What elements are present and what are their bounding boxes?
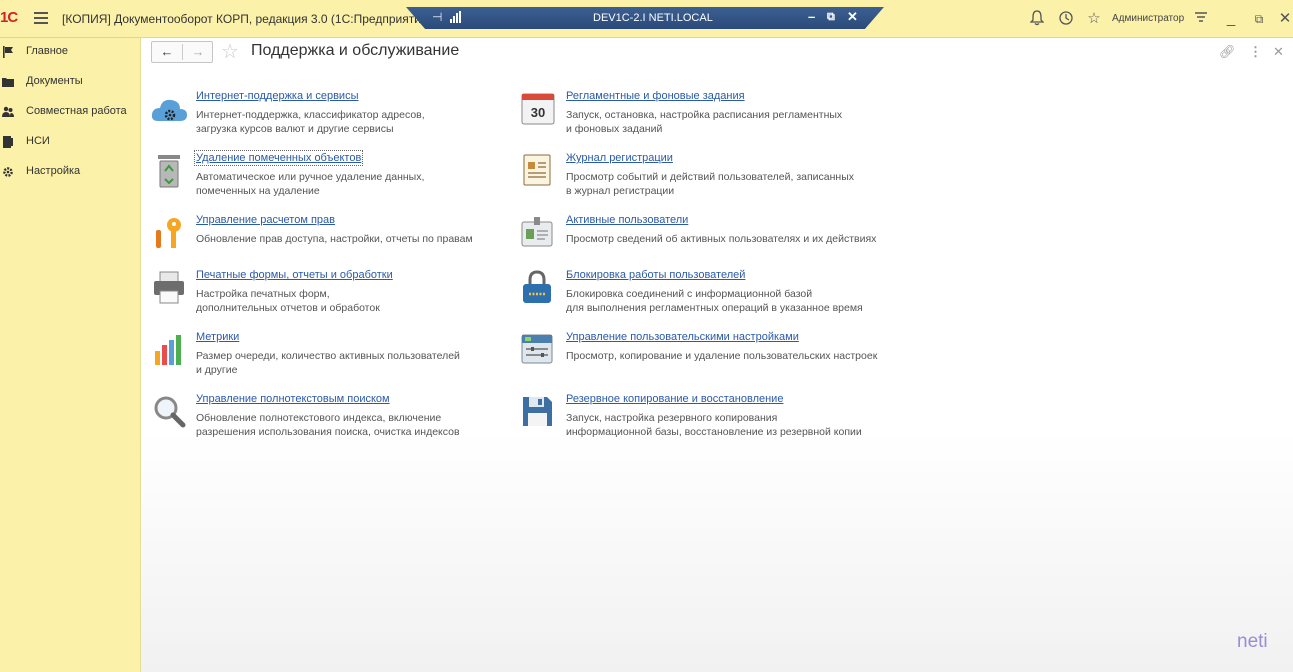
journal-icon [520,152,558,190]
app-logo: 1С [0,9,18,26]
sidebar: Главное Документы Совместная работа НСИ … [0,38,141,672]
scheduled-jobs-link[interactable]: Регламентные и фоновые задания [566,90,745,102]
item-description: Автоматическое или ручное удаление данны… [196,171,425,197]
app-title: [КОПИЯ] Документооборот КОРП, редакция 3… [62,12,432,26]
sidebar-item-label: НСИ [26,135,50,147]
pin-icon[interactable]: ⊣ [432,10,442,24]
minimize-icon[interactable]: _ [1222,10,1240,28]
sidebar-item-label: Настройка [26,165,81,177]
block-users-link[interactable]: Блокировка работы пользователей [566,269,745,281]
item-description: Запуск, настройка резервного копирования… [566,412,862,438]
settings-panel-icon [520,331,558,369]
item-description: Просмотр сведений об активных пользовате… [566,233,877,245]
main-content: ← → ☆ Поддержка и обслуживание 🔗︎ ⋮ ✕ Ин… [141,38,1293,672]
backup-restore-link[interactable]: Резервное копирование и восстановление [566,393,783,405]
folder-icon [2,75,14,87]
users-icon [2,105,14,117]
user-settings-management-link[interactable]: Управление пользовательскими настройками [566,331,799,343]
title-bar: 1С [КОПИЯ] Документооборот КОРП, редакци… [0,0,1293,38]
sidebar-item-label: Главное [26,45,69,57]
history-navigation: ← → [151,41,213,63]
id-badge-icon [520,214,558,252]
calendar-icon: 30 [520,90,558,128]
gear-icon [2,165,14,177]
more-actions-icon[interactable]: ⋮ [1249,44,1262,60]
remote-host-name: DEV1C-2.I NETI.LOCAL [593,12,713,24]
svg-text:30: 30 [531,105,545,120]
sidebar-item-label: Документы [26,75,83,87]
link-icon[interactable]: 🔗︎ [1219,44,1236,60]
fulltext-search-link[interactable]: Управление полнотекстовым поиском [196,393,390,405]
recycle-bin-icon [150,152,188,190]
remote-restore-icon[interactable]: ⧉ [827,11,835,24]
active-users-link[interactable]: Активные пользователи [566,214,688,226]
sidebar-item-label: Совместная работа [26,105,127,117]
current-user-name[interactable]: Администратор [1112,13,1184,24]
bell-icon[interactable] [1028,10,1046,28]
sidebar-item-documents[interactable]: Документы [0,70,141,94]
access-rights-calculation-link[interactable]: Управление расчетом прав [196,214,335,226]
history-clock-icon[interactable] [1057,10,1075,28]
padlock-icon [520,269,558,307]
signal-strength-icon [450,11,462,23]
remote-minimize-icon[interactable]: – [808,9,815,24]
item-description: Интернет-поддержка, классификатор адресо… [196,109,425,135]
restore-icon[interactable]: ⧉ [1250,10,1268,28]
metrics-link[interactable]: Метрики [196,331,239,343]
close-form-icon[interactable]: ✕ [1273,44,1284,60]
favorites-star-icon[interactable]: ☆ [1085,10,1103,28]
event-log-link[interactable]: Журнал регистрации [566,152,673,164]
settings-menu-icon[interactable] [1192,10,1210,28]
item-description: Обновление полнотекстового индекса, вклю… [196,412,460,438]
item-description: Просмотр, копирование и удаление пользов… [566,350,878,362]
sidebar-item-main[interactable]: Главное [0,40,141,64]
add-to-favorites-star-icon[interactable]: ☆ [221,39,239,64]
back-arrow-icon[interactable]: ← [152,42,182,62]
delete-marked-objects-link[interactable]: Удаление помеченных объектов [193,150,364,166]
internet-support-link[interactable]: Интернет-поддержка и сервисы [196,90,358,102]
item-description: Блокировка соединений с информационной б… [566,288,863,314]
hamburger-menu-icon[interactable] [34,12,48,24]
item-description: Размер очереди, количество активных поль… [196,350,460,376]
remote-close-icon[interactable]: ✕ [847,9,858,25]
magnifier-icon [150,393,188,431]
floppy-disk-icon [520,393,558,431]
flag-icon [2,45,14,58]
item-description: Настройка печатных форм, дополнительных о… [196,288,380,314]
sidebar-item-nsi[interactable]: НСИ [0,130,141,154]
item-description: Просмотр событий и действий пользователе… [566,171,855,197]
sidebar-item-settings[interactable]: Настройка [0,160,141,184]
item-description: Запуск, остановка, настройка расписания … [566,109,843,135]
printer-icon [150,269,188,307]
page-title: Поддержка и обслуживание [251,42,460,59]
keys-icon [150,214,188,252]
sidebar-item-collaboration[interactable]: Совместная работа [0,100,141,124]
item-description: Обновление прав доступа, настройки, отче… [196,233,473,245]
book-icon [2,135,14,148]
remote-connection-bar: ⊣ DEV1C-2.I NETI.LOCAL – ⧉ ✕ [406,7,884,29]
close-icon[interactable]: ✕ [1276,10,1293,28]
neti-watermark: neti [1237,631,1268,652]
forward-arrow-icon[interactable]: → [183,42,213,62]
cloud-gear-icon [150,90,188,128]
bar-chart-icon [150,331,188,369]
print-forms-reports-link[interactable]: Печатные формы, отчеты и обработки [196,269,393,281]
